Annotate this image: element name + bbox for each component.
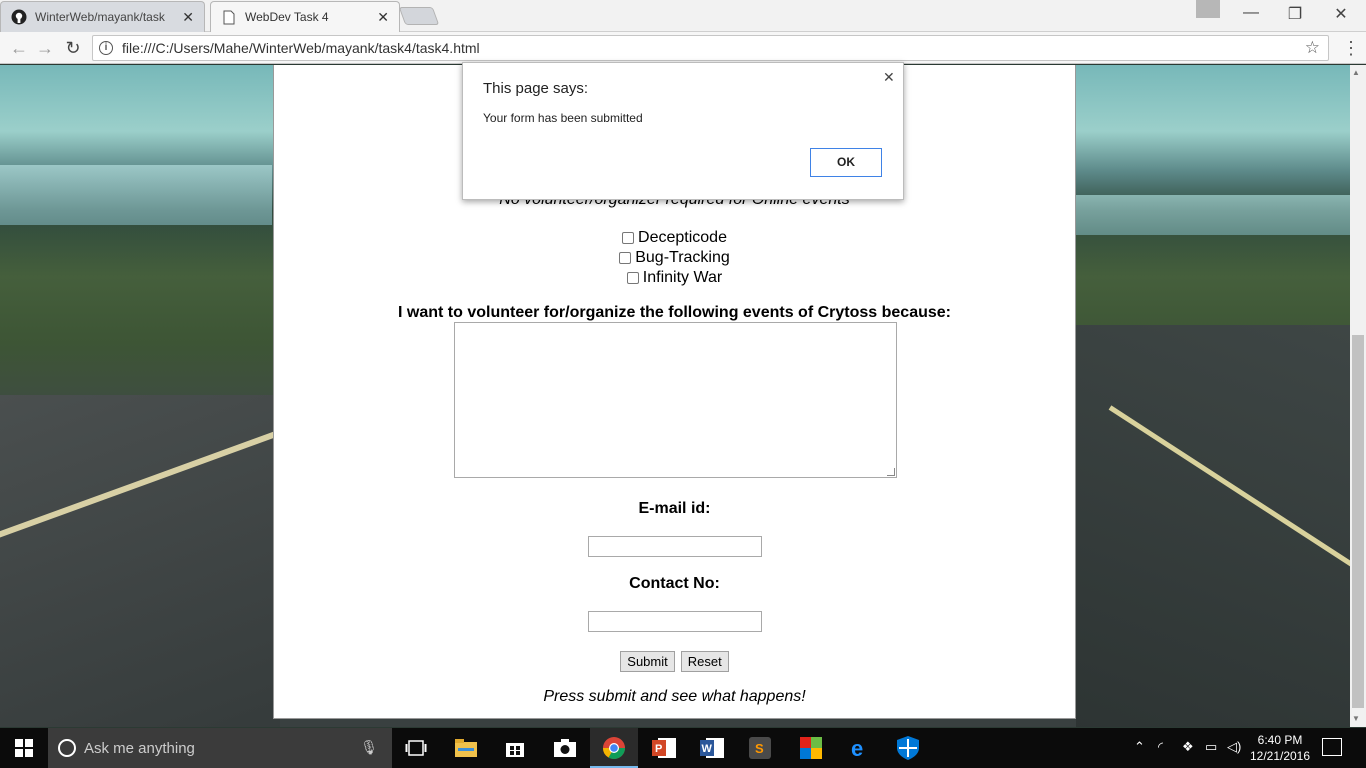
event-checkbox-list: Decepticode Bug-Tracking Infinity War xyxy=(274,228,1075,288)
restore-button[interactable]: ❐ xyxy=(1272,4,1318,24)
event-option[interactable]: Decepticode xyxy=(274,228,1075,248)
bookmark-star-icon[interactable]: ☆ xyxy=(1305,38,1320,58)
cortana-search-box[interactable]: Ask me anything 🎙 xyxy=(48,728,392,768)
email-field[interactable] xyxy=(588,536,762,557)
windows-logo-icon xyxy=(15,739,33,757)
tab-webdev-task4[interactable]: WebDev Task 4 ✕ xyxy=(210,1,400,32)
svg-text:W: W xyxy=(702,743,713,755)
tab-github[interactable]: WinterWeb/mayank/task ✕ xyxy=(0,1,205,32)
svg-text:P: P xyxy=(655,743,662,755)
microphone-icon[interactable]: 🎙 xyxy=(360,739,378,756)
dialog-title: This page says: xyxy=(483,80,589,97)
event-label: Decepticode xyxy=(638,229,727,246)
profile-icon[interactable] xyxy=(1196,0,1220,18)
powerpoint-icon[interactable]: P xyxy=(650,734,678,762)
battery-icon[interactable]: ▭ xyxy=(1205,739,1217,755)
clock-time: 6:40 PM xyxy=(1257,733,1303,747)
word-icon[interactable]: W xyxy=(698,734,726,762)
reload-icon[interactable]: ↻ xyxy=(62,38,84,58)
scrollbar-thumb[interactable] xyxy=(1352,335,1364,708)
reason-textarea[interactable] xyxy=(454,322,897,478)
close-tab-icon[interactable]: ✕ xyxy=(182,9,194,26)
event-option[interactable]: Infinity War xyxy=(274,268,1075,288)
chrome-icon[interactable] xyxy=(600,734,628,762)
defender-icon[interactable] xyxy=(894,734,922,762)
reason-label: I want to volunteer for/organize the fol… xyxy=(398,304,951,321)
github-icon xyxy=(11,9,27,25)
sublime-icon[interactable]: S xyxy=(746,734,774,762)
back-icon[interactable]: ← xyxy=(8,38,30,58)
tab-title: WinterWeb/mayank/task xyxy=(35,10,165,24)
cortana-icon xyxy=(58,739,76,757)
contact-label: Contact No: xyxy=(629,575,720,592)
tab-title: WebDev Task 4 xyxy=(245,10,329,24)
background-lake-right xyxy=(1076,195,1350,235)
scroll-down-icon[interactable]: ▼ xyxy=(1352,714,1360,723)
event-checkbox[interactable] xyxy=(619,252,632,264)
close-icon[interactable]: ✕ xyxy=(883,69,895,86)
background-lake-left xyxy=(0,165,272,225)
tab-strip: WinterWeb/mayank/task ✕ WebDev Task 4 ✕ … xyxy=(0,0,1366,32)
footnote-text: Press submit and see what happens! xyxy=(543,688,806,705)
show-hidden-icons-icon[interactable]: ⌃ xyxy=(1134,739,1145,755)
resize-grip-icon[interactable] xyxy=(887,468,895,476)
file-explorer-icon[interactable] xyxy=(452,734,480,762)
event-label: Bug-Tracking xyxy=(635,249,730,266)
event-option[interactable]: Bug-Tracking xyxy=(274,248,1075,268)
event-checkbox[interactable] xyxy=(622,232,635,244)
form-buttons: Submit Reset xyxy=(274,651,1075,672)
dialog-message: Your form has been submitted xyxy=(483,111,643,125)
minimize-button[interactable]: — xyxy=(1228,4,1274,22)
dropbox-icon[interactable]: ❖ xyxy=(1182,739,1194,755)
close-tab-icon[interactable]: ✕ xyxy=(377,9,389,26)
taskbar-clock[interactable]: 6:40 PM 12/21/2016 xyxy=(1240,732,1320,764)
url-text: file:///C:/Users/Mahe/WinterWeb/mayank/t… xyxy=(122,40,480,56)
info-icon[interactable]: i xyxy=(99,41,113,55)
store-icon[interactable] xyxy=(501,734,529,762)
clock-date: 12/21/2016 xyxy=(1249,749,1311,763)
browser-toolbar: ← → ↻ i file:///C:/Users/Mahe/WinterWeb/… xyxy=(0,32,1366,64)
task-view-icon[interactable] xyxy=(402,734,430,762)
action-center-icon[interactable] xyxy=(1322,738,1342,756)
scroll-up-icon[interactable]: ▲ xyxy=(1352,68,1360,77)
event-label: Infinity War xyxy=(642,269,723,286)
minecraft-icon[interactable] xyxy=(797,734,825,762)
wifi-icon[interactable]: ◜ xyxy=(1158,739,1163,755)
address-bar[interactable]: i file:///C:/Users/Mahe/WinterWeb/mayank… xyxy=(92,35,1329,61)
edge-icon[interactable]: e xyxy=(846,734,874,762)
reset-button[interactable]: Reset xyxy=(680,651,729,672)
search-placeholder: Ask me anything xyxy=(84,739,195,757)
ok-button[interactable]: OK xyxy=(810,148,882,177)
event-checkbox[interactable] xyxy=(626,272,639,284)
close-window-button[interactable]: ✕ xyxy=(1318,4,1364,24)
svg-text:S: S xyxy=(755,741,764,756)
alert-dialog: This page says: Your form has been submi… xyxy=(462,62,904,200)
camera-icon[interactable] xyxy=(551,734,579,762)
contact-field[interactable] xyxy=(588,611,762,632)
forward-icon[interactable]: → xyxy=(34,38,56,58)
background-road-right xyxy=(1076,325,1350,727)
windows-taskbar: Ask me anything 🎙 P W S e ⌃ ◜ ❖ ▭ ◁) 6:4… xyxy=(0,728,1366,768)
svg-text:e: e xyxy=(851,737,863,759)
page-icon xyxy=(221,9,237,25)
new-tab-button[interactable] xyxy=(398,7,440,25)
start-button[interactable] xyxy=(0,728,48,768)
email-label: E-mail id: xyxy=(638,500,711,517)
chrome-menu-icon[interactable]: ⋮ xyxy=(1342,38,1360,58)
submit-button[interactable]: Submit xyxy=(620,651,675,672)
